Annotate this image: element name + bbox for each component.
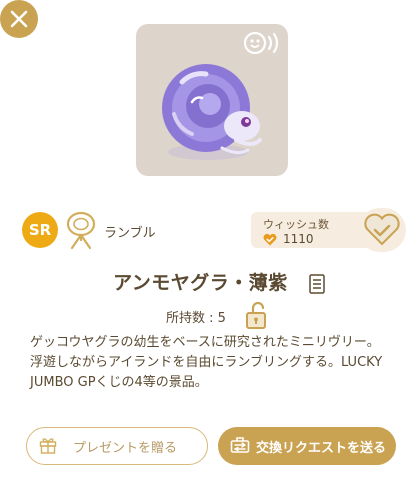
item-description: ゲッコウヤグラの幼生をベースに研究されたミニリヴリー。浮遊しながらアイランドを自…	[30, 335, 383, 390]
owned-count: 所持数 : 5	[166, 311, 226, 326]
document-icon[interactable]	[309, 273, 325, 294]
wish-count: 1110	[283, 232, 314, 246]
rumble-icon	[66, 211, 96, 250]
category-label: ランブル	[104, 226, 156, 241]
wish-toggle-button[interactable]	[358, 208, 406, 252]
close-icon	[10, 10, 28, 28]
heart-check-icon	[263, 233, 277, 246]
rarity-badge: SR	[22, 212, 58, 248]
trade-request-button[interactable]: 交換リクエストを送る	[218, 427, 396, 465]
exchange-icon	[230, 437, 250, 453]
item-name: アンモヤグラ・薄紫	[113, 272, 288, 294]
unlock-icon[interactable]	[244, 300, 270, 330]
gift-button[interactable]: プレゼントを贈る	[26, 427, 208, 465]
trade-label: 交換リクエストを送る	[256, 441, 387, 456]
ammonite-creature-image	[162, 64, 262, 160]
heart-check-icon	[364, 213, 400, 246]
gift-icon	[39, 438, 57, 454]
wish-count-box: ウィッシュ数 1110	[251, 212, 375, 248]
close-button[interactable]	[0, 0, 38, 38]
item-title: アンモヤグラ・薄紫	[0, 268, 412, 295]
item-image-card	[136, 24, 288, 176]
gift-label: プレゼントを贈る	[73, 441, 178, 456]
wish-label: ウィッシュ数	[263, 218, 329, 231]
